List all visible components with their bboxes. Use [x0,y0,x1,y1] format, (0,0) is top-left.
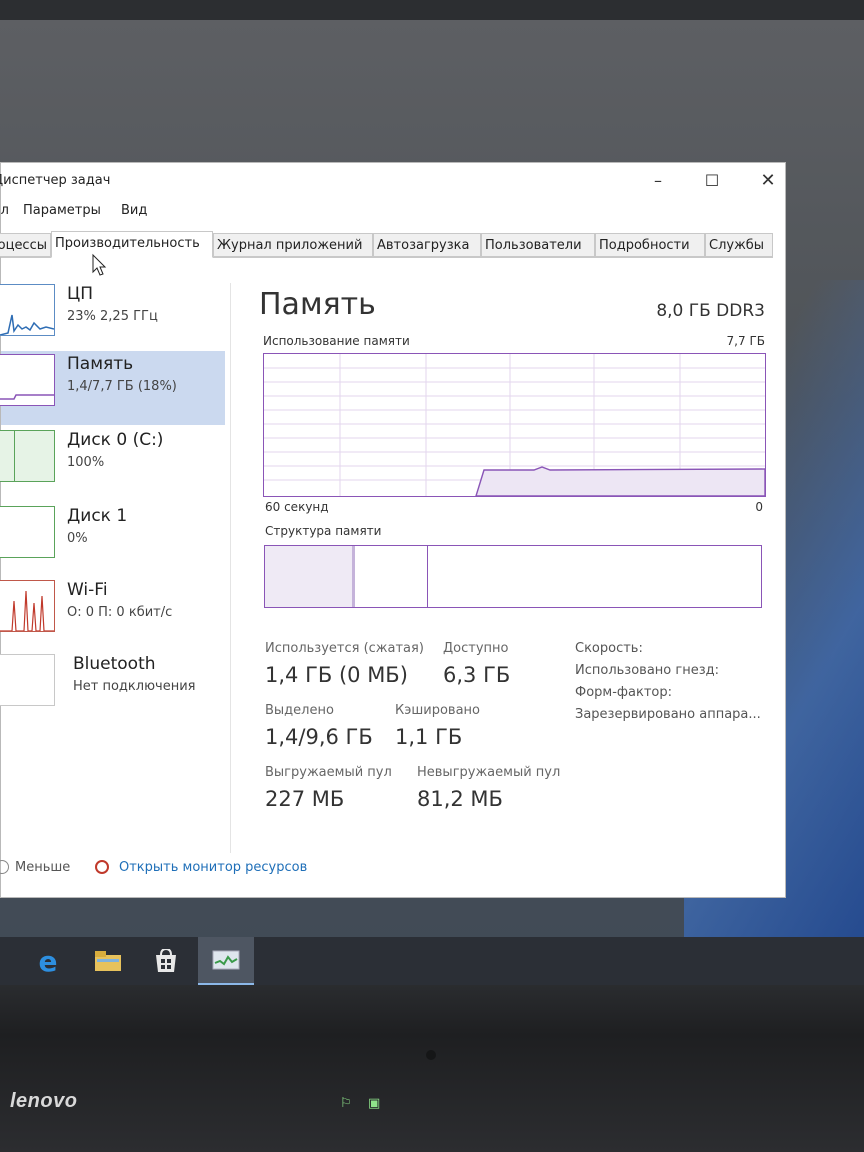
disk1-thumbnail-graph [0,506,55,558]
store-icon[interactable] [138,937,194,985]
wifi-thumbnail-graph [0,580,55,632]
graph-axis-end: 0 [755,500,763,514]
title-bar[interactable]: Диспетчер задач – ☐ ✕ [0,163,785,199]
laptop-bezel-bottom [0,985,864,1152]
chevron-up-icon[interactable] [0,860,9,874]
composition-in-use [265,546,355,607]
composition-free [429,546,761,607]
bluetooth-thumbnail-graph [0,654,55,706]
menu-bar: Файл Параметры Вид [0,201,785,223]
sidebar-item-disk1[interactable]: Диск 1 0% [0,503,225,577]
taskbar: e [0,937,864,985]
nonpaged-pool-label: Невыгружаемый пул [417,765,561,780]
in-use-label: Используется (сжатая) [265,641,424,656]
nonpaged-pool-value: 81,2 МБ [417,787,503,811]
memory-composition-label: Структура памяти [265,524,382,538]
sidebar-item-title: Wi-Fi [67,580,108,600]
minimize-button[interactable]: – [641,169,675,193]
composition-modified [358,546,428,607]
panel-divider [230,283,231,853]
graph-axis-start: 60 секунд [265,500,329,514]
window-title: Диспетчер задач [0,173,111,188]
tab-bar: Процессы Производительность Журнал прило… [0,231,773,258]
sidebar-item-bluetooth[interactable]: Bluetooth Нет подключения [0,651,225,725]
speed-label: Скорость: [575,641,643,656]
cpu-thumbnail-graph [0,284,55,336]
page-title: Память [259,287,376,322]
sidebar-item-title: Память [67,354,134,374]
sidebar-item-subtitle: 1,4/7,7 ГБ (18%) [67,379,177,394]
in-use-value: 1,4 ГБ (0 МБ) [265,663,408,687]
sidebar-item-subtitle: 100% [67,455,105,470]
cached-label: Кэшировано [395,703,480,718]
sidebar-item-memory[interactable]: Память 1,4/7,7 ГБ (18%) [0,351,225,425]
tab-services[interactable]: Службы [705,233,773,257]
usage-graph-label: Использование памяти [263,334,410,348]
usage-graph-max: 7,7 ГБ [726,334,765,348]
sidebar-item-title: Диск 0 (C:) [67,430,164,450]
tab-details[interactable]: Подробности [595,233,705,257]
mouse-cursor-icon [92,253,107,276]
paged-pool-label: Выгружаемый пул [265,765,392,780]
memory-spec: 8,0 ГБ DDR3 [656,301,765,321]
sidebar-item-disk0[interactable]: Диск 0 (C:) 100% [0,427,225,501]
committed-value: 1,4/9,6 ГБ [265,725,373,749]
sidebar-item-wifi[interactable]: Wi-Fi О: 0 П: 0 кбит/с [0,577,225,651]
wifi-led-icon: ⚐ [340,1096,352,1111]
task-manager-window: Диспетчер задач – ☐ ✕ Файл Параметры Вид… [0,162,786,898]
sidebar-item-title: ЦП [67,284,93,304]
available-label: Доступно [443,641,509,656]
hardware-reserved-label: Зарезервировано аппара... [575,707,761,722]
task-manager-icon[interactable] [198,937,254,985]
disk0-thumbnail-graph [0,430,55,482]
sidebar-item-title: Bluetooth [73,654,156,674]
file-explorer-icon[interactable] [80,937,136,985]
menu-file[interactable]: Файл [0,203,9,218]
open-resource-monitor-link[interactable]: Открыть монитор ресурсов [119,860,307,875]
close-button[interactable]: ✕ [751,169,785,193]
sidebar-item-subtitle: 23% 2,25 ГГц [67,309,158,324]
tab-processes[interactable]: Процессы [0,233,51,257]
resource-monitor-icon [95,860,109,874]
storage-led-icon: ▣ [368,1096,381,1111]
sidebar-item-title: Диск 1 [67,506,128,526]
memory-usage-graph [263,353,766,497]
webcam-dot [426,1050,436,1060]
tab-users[interactable]: Пользователи [481,233,595,257]
edge-icon[interactable]: e [20,937,76,985]
sidebar-item-subtitle: Нет подключения [73,679,196,694]
fewer-details-button[interactable]: Меньше [15,860,70,875]
memory-usage-area [475,466,765,496]
menu-view[interactable]: Вид [121,203,147,218]
memory-composition-bar [264,545,762,608]
paged-pool-value: 227 МБ [265,787,345,811]
maximize-button[interactable]: ☐ [695,169,729,193]
committed-label: Выделено [265,703,334,718]
form-factor-label: Форм-фактор: [575,685,672,700]
tab-performance[interactable]: Производительность [51,231,213,258]
cached-value: 1,1 ГБ [395,725,463,749]
sidebar-item-subtitle: 0% [67,531,88,546]
menu-options[interactable]: Параметры [23,203,101,218]
tab-startup[interactable]: Автозагрузка [373,233,481,257]
sidebar-item-subtitle: О: 0 П: 0 кбит/с [67,605,173,620]
memory-thumbnail-graph [0,354,55,406]
slots-used-label: Использовано гнезд: [575,663,719,678]
performance-sidebar: ЦП 23% 2,25 ГГц Память 1,4/7,7 ГБ (18%) … [0,281,227,781]
tab-app-history[interactable]: Журнал приложений [213,233,373,257]
brand-logo: lenovo [10,1090,78,1112]
sidebar-item-cpu[interactable]: ЦП 23% 2,25 ГГц [0,281,225,355]
available-value: 6,3 ГБ [443,663,511,687]
